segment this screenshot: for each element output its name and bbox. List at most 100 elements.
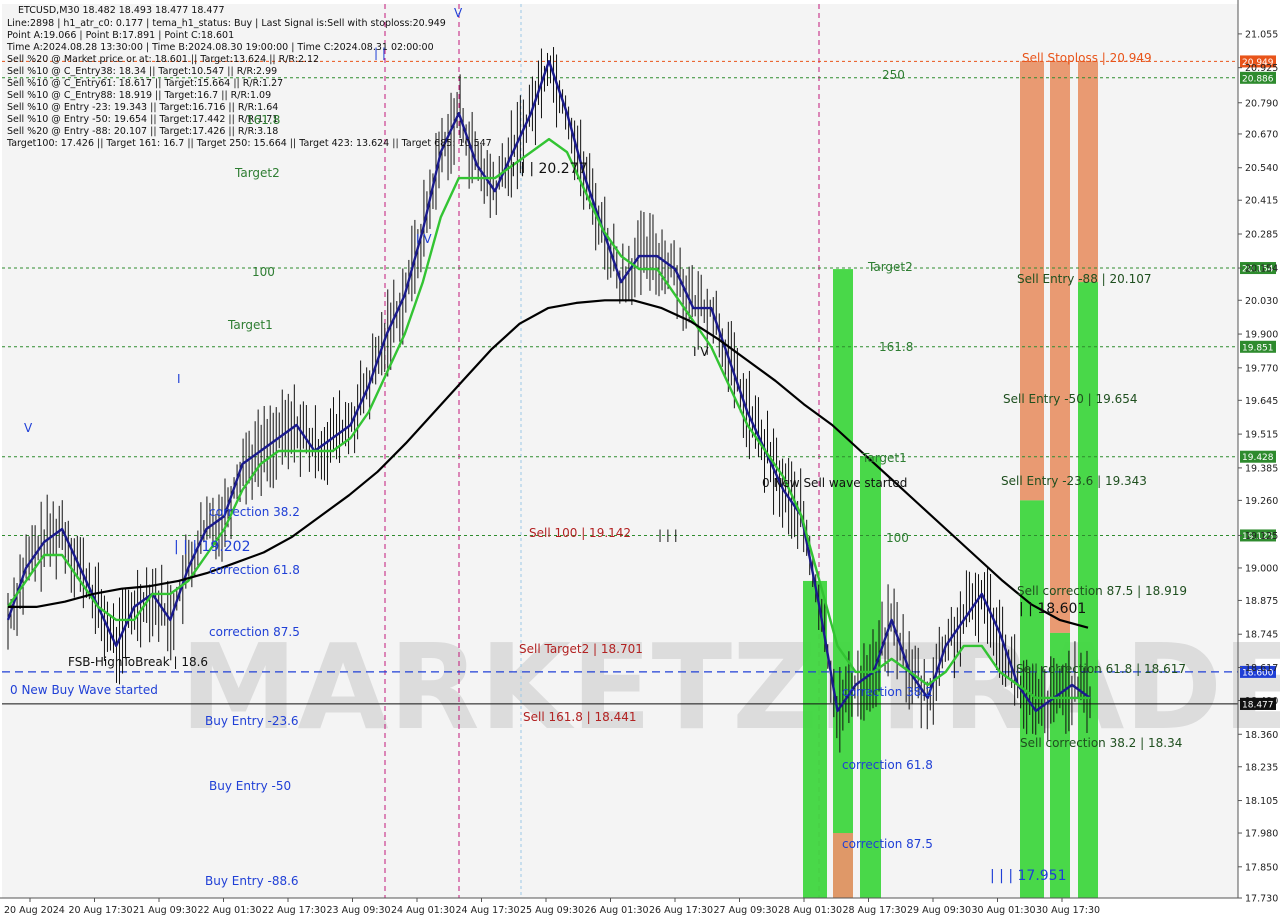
time-tick-label-17: 30 Aug 17:30 xyxy=(1036,905,1100,916)
price-tick-label-13: 19.515 xyxy=(1245,430,1278,441)
annotation-4: Target2 xyxy=(234,166,280,180)
annotation-19: 100 xyxy=(886,531,909,545)
annotation-26: FSB-HighToBreak | 18.6 xyxy=(68,655,208,669)
info-line-1: Line:2898 | h1_atr_c0: 0.177 | tema_h1_s… xyxy=(7,18,446,29)
time-tick-label-11: 26 Aug 17:30 xyxy=(649,905,713,916)
price-tick-label-26: 17.850 xyxy=(1245,862,1278,873)
annotation-39: V xyxy=(24,421,33,435)
price-tick-label-23: 18.235 xyxy=(1245,762,1278,773)
price-tick-label-1: 21.055 xyxy=(1245,29,1278,40)
price-tick-label-12: 19.645 xyxy=(1245,396,1278,407)
time-tick-label-2: 20 Aug 17:30 xyxy=(69,905,133,916)
annotation-12: Sell Entry -50 | 19.654 xyxy=(1003,392,1137,406)
price-tick-label-20: 18.617 xyxy=(1245,663,1278,674)
price-tick-label-4: 20.670 xyxy=(1245,129,1278,140)
price-tick-label-11: 19.770 xyxy=(1245,363,1278,374)
annotation-17: Sell 100 | 19.142 xyxy=(529,526,631,540)
info-line-5: Sell %10 @ C_Entry38: 18.34 || Target:10… xyxy=(7,66,277,77)
annotation-8: Target2 xyxy=(867,260,913,274)
price-tick-label-14: 19.385 xyxy=(1245,463,1278,474)
time-tick-label-10: 26 Aug 01:30 xyxy=(585,905,649,916)
annotation-27: Sell correction 61.8 | 18.617 xyxy=(1016,662,1186,676)
annotation-10: 161.8 xyxy=(879,340,913,354)
annotation-25: Sell Target2 | 18.701 xyxy=(519,642,643,656)
current-price-label: 18.477 xyxy=(1242,700,1274,710)
annotation-6: Target1 xyxy=(227,318,273,332)
time-tick-label-13: 28 Aug 01:30 xyxy=(778,905,842,916)
annotation-29: correction 38.2 xyxy=(842,685,933,699)
annotation-24: correction 87.5 xyxy=(209,625,300,639)
annotation-1: Sell Stoploss | 20.949 xyxy=(1022,51,1152,65)
info-line-4: Sell %20 @ Market price or at: 18.601 ||… xyxy=(7,54,319,65)
annotation-11: I V xyxy=(693,345,709,359)
annotation-14: 0 New Sell wave started xyxy=(762,476,907,490)
time-tick-label-4: 22 Aug 01:30 xyxy=(198,905,262,916)
annotation-40: I xyxy=(177,372,181,386)
annotation-42: | | xyxy=(374,46,386,60)
time-tick-label-7: 24 Aug 01:30 xyxy=(391,905,455,916)
annotation-41: I V xyxy=(416,232,432,246)
info-line-11: Target100: 17.426 || Target 161: 16.7 ||… xyxy=(6,138,492,149)
price-tick-label-10: 19.900 xyxy=(1245,330,1278,341)
info-line-6: Sell %10 @ C_Entry61: 18.617 || Target:1… xyxy=(7,78,283,89)
annotation-28: 0 New Buy Wave started xyxy=(10,683,158,697)
annotation-3: | | | 20.277 xyxy=(511,161,588,177)
price-tick-label-25: 17.980 xyxy=(1245,829,1278,840)
time-tick-label-12: 27 Aug 09:30 xyxy=(714,905,778,916)
price-tick-label-16: 19.125 xyxy=(1245,531,1278,542)
annotation-7: 161.8 xyxy=(246,113,280,127)
info-line-3: Time A:2024.08.28 13:30:00 | Time B:2024… xyxy=(6,42,434,53)
time-tick-label-1: 20 Aug 2024 xyxy=(4,905,65,916)
price-tick-label-22: 18.360 xyxy=(1245,730,1278,741)
price-tick-label-27: 17.730 xyxy=(1245,894,1278,905)
time-tick-label-9: 25 Aug 09:30 xyxy=(520,905,584,916)
price-tick-label-9: 20.030 xyxy=(1245,296,1278,307)
time-tick-label-16: 30 Aug 01:30 xyxy=(972,905,1036,916)
annotation-5: 100 xyxy=(252,265,275,279)
signal-zone-bar-2 xyxy=(833,269,853,898)
price-tick-label-19: 18.745 xyxy=(1245,630,1278,641)
time-tick-label-14: 28 Aug 17:30 xyxy=(843,905,907,916)
symbol-header: ETCUSD,M30 18.482 18.493 18.477 18.477 xyxy=(18,5,225,16)
price-tick-label-6: 20.415 xyxy=(1245,196,1278,207)
price-tick-label-5: 20.540 xyxy=(1245,163,1278,174)
annotation-34: Buy Entry -50 xyxy=(209,779,291,793)
annotation-21: correction 61.8 xyxy=(209,563,300,577)
annotation-32: Sell correction 38.2 | 18.34 xyxy=(1020,736,1182,750)
signal-zone-bar-9 xyxy=(1078,61,1098,283)
signal-zone-bar-4 xyxy=(860,456,881,898)
annotation-35: correction 87.5 xyxy=(842,837,933,851)
annotation-20: | | | 19.202 xyxy=(174,539,251,555)
level-tag-label-4: 19.851 xyxy=(1242,343,1274,353)
price-tick-label-17: 19.000 xyxy=(1245,563,1278,574)
annotation-23: | | 18.601 xyxy=(1019,601,1086,617)
annotation-22: Sell correction 87.5 | 18.919 xyxy=(1017,584,1187,598)
time-tick-label-3: 21 Aug 09:30 xyxy=(133,905,197,916)
price-tick-label-7: 20.285 xyxy=(1245,229,1278,240)
annotation-18: | | | xyxy=(658,528,678,542)
price-chart[interactable]: MARKETZITRADE20.94920.88620.15419.85119.… xyxy=(0,0,1280,920)
annotation-2: 250 xyxy=(882,68,905,82)
info-line-8: Sell %10 @ Entry -23: 19.343 || Target:1… xyxy=(7,102,278,113)
annotation-36: | | | 17.951 xyxy=(990,868,1067,884)
annotation-13: Target1 xyxy=(861,451,907,465)
annotation-37: Buy Entry -88.6 xyxy=(205,874,299,888)
annotation-9: Sell Entry -88 | 20.107 xyxy=(1017,272,1151,286)
info-line-9: Sell %10 @ Entry -50: 19.654 || Target:1… xyxy=(7,114,278,125)
info-line-2: Point A:19.066 | Point B:17.891 | Point … xyxy=(7,30,234,41)
price-tick-label-3: 20.790 xyxy=(1245,98,1278,109)
chart-root: MARKETZITRADE 20.949 20.886 20.154 19.851 19.… xyxy=(0,0,1280,920)
price-tick-label-18: 18.875 xyxy=(1245,596,1278,607)
price-tick-label-15: 19.260 xyxy=(1245,496,1278,507)
annotation-38: V xyxy=(454,6,463,20)
annotation-16: correction 38.2 xyxy=(209,505,300,519)
level-tag-label-2: 20.886 xyxy=(1242,74,1274,84)
time-tick-label-6: 23 Aug 09:30 xyxy=(327,905,391,916)
price-tick-label-24: 18.105 xyxy=(1245,796,1278,807)
annotation-31: Sell 161.8 | 18.441 xyxy=(523,710,637,724)
annotation-15: Sell Entry -23.6 | 19.343 xyxy=(1001,474,1147,488)
level-tag-label-5: 19.428 xyxy=(1242,453,1274,463)
info-line-10: Sell %20 @ Entry -88: 20.107 || Target:1… xyxy=(7,126,278,137)
info-line-7: Sell %10 @ C_Entry88: 18.919 || Target:1… xyxy=(7,90,271,101)
time-tick-label-5: 22 Aug 17:30 xyxy=(262,905,326,916)
